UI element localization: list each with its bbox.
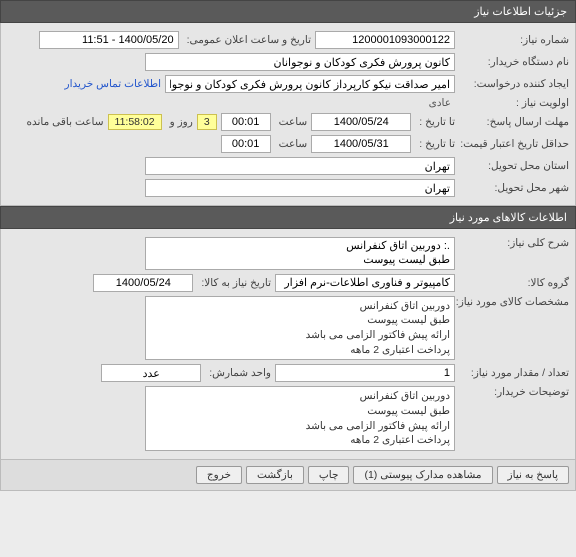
need-details-header: جزئیات اطلاعات نیاز <box>0 0 576 23</box>
contact-buyer-link[interactable]: اطلاعات تماس خریدار <box>65 78 161 90</box>
general-desc-field[interactable] <box>145 237 455 270</box>
group-label: گروه کالا: <box>459 277 569 289</box>
city-field[interactable] <box>145 179 455 197</box>
need-details-body: شماره نیاز: تاریخ و ساعت اعلان عمومی: نا… <box>0 23 576 206</box>
reply-deadline-date[interactable] <box>311 113 411 131</box>
province-field[interactable] <box>145 157 455 175</box>
remain-suffix: ساعت باقی مانده <box>22 116 103 128</box>
remain-days-box: 3 <box>197 114 217 130</box>
unit-label: واحد شمارش: <box>205 367 271 379</box>
time-label-2: ساعت <box>275 138 308 150</box>
price-validity-time[interactable] <box>221 135 271 153</box>
price-validity-label: حداقل تاریخ اعتبار قیمت: <box>459 138 569 150</box>
respond-button[interactable]: پاسخ به نیاز <box>497 466 569 484</box>
price-validity-date[interactable] <box>311 135 411 153</box>
buyer-org-field[interactable] <box>145 53 455 71</box>
goods-info-title: اطلاعات کالاهای مورد نیاز <box>450 212 567 224</box>
need-date-label: تاریخ نیاز به کالا: <box>197 277 271 289</box>
until-label-1: تا تاریخ : <box>415 116 455 128</box>
exit-button[interactable]: خروج <box>196 466 242 484</box>
action-button-bar: پاسخ به نیاز مشاهده مدارک پیوستی (1) چاپ… <box>0 460 576 491</box>
need-details-title: جزئیات اطلاعات نیاز <box>474 6 567 18</box>
requester-label: ایجاد کننده درخواست: <box>459 78 569 90</box>
buyer-notes-label: توضیحات خریدار: <box>459 386 569 398</box>
need-number-label: شماره نیاز: <box>459 34 569 46</box>
qty-field[interactable] <box>275 364 455 382</box>
priority-value: عادی <box>425 97 455 109</box>
requester-field[interactable] <box>165 75 455 93</box>
remain-days-label: روز و <box>166 116 193 128</box>
announce-label: تاریخ و ساعت اعلان عمومی: <box>183 34 311 46</box>
attachments-button[interactable]: مشاهده مدارک پیوستی (1) <box>353 466 492 484</box>
announce-field[interactable] <box>39 31 179 49</box>
unit-field[interactable] <box>101 364 201 382</box>
spec-box: دوربین اتاق کنفرانس طبق لیست پیوست ارائه… <box>145 296 455 361</box>
qty-label: تعداد / مقدار مورد نیاز: <box>459 367 569 379</box>
goods-info-header: اطلاعات کالاهای مورد نیاز <box>0 206 576 229</box>
back-button[interactable]: بازگشت <box>246 466 304 484</box>
buyer-org-label: نام دستگاه خریدار: <box>459 56 569 68</box>
province-label: استان محل تحویل: <box>459 160 569 172</box>
until-label-2: تا تاریخ : <box>415 138 455 150</box>
spec-label: مشخصات کالای مورد نیاز: <box>459 296 569 308</box>
reply-deadline-label: مهلت ارسال پاسخ: <box>459 116 569 128</box>
need-number-field[interactable] <box>315 31 455 49</box>
city-label: شهر محل تحویل: <box>459 182 569 194</box>
group-field[interactable] <box>275 274 455 292</box>
remain-time-box: 11:58:02 <box>108 114 162 130</box>
need-date-field[interactable] <box>93 274 193 292</box>
general-desc-label: شرح کلی نیاز: <box>459 237 569 249</box>
time-label-1: ساعت <box>275 116 308 128</box>
reply-deadline-time[interactable] <box>221 113 271 131</box>
priority-label: اولویت نیاز : <box>459 97 569 109</box>
print-button[interactable]: چاپ <box>308 466 350 484</box>
goods-info-body: شرح کلی نیاز: گروه کالا: تاریخ نیاز به ک… <box>0 229 576 460</box>
buyer-notes-box: دوربین اتاق کنفرانس طبق لیست پیوست ارائه… <box>145 386 455 451</box>
